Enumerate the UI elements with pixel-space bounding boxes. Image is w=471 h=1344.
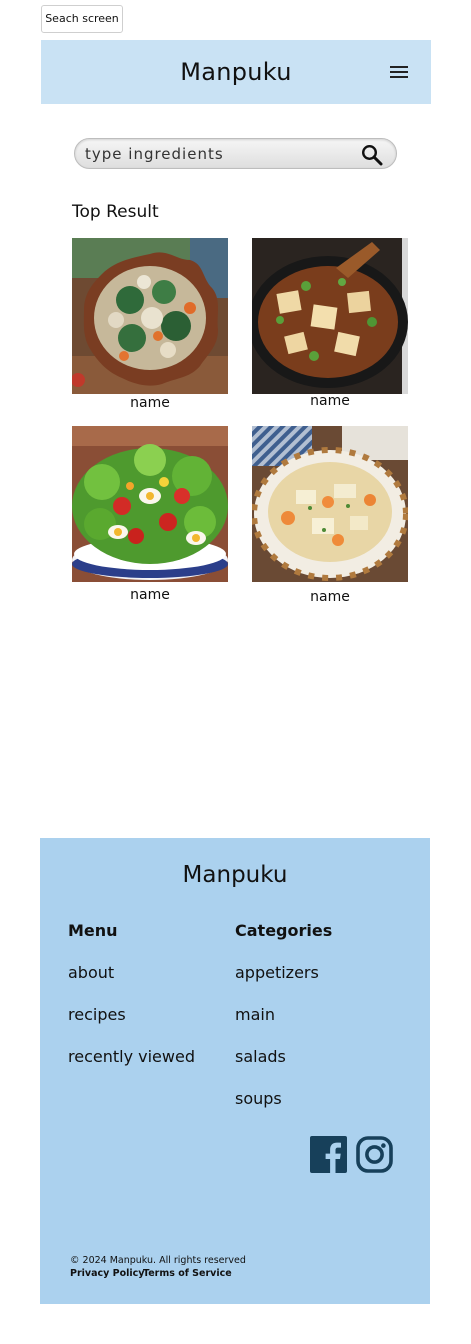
footer-link-recipes[interactable]: recipes xyxy=(68,1005,126,1024)
search-input[interactable] xyxy=(85,142,355,165)
footer-link-recently-viewed[interactable]: recently viewed xyxy=(68,1047,195,1066)
footer-menu-heading: Menu xyxy=(68,921,118,940)
recipe-card[interactable]: name xyxy=(72,426,228,603)
search-bar xyxy=(74,138,397,169)
recipe-name: name xyxy=(130,395,170,411)
recipe-photo-mapo-tofu xyxy=(252,238,408,394)
copyright-text: © 2024 Manpuku. All rights reserved xyxy=(70,1255,246,1266)
recipe-photo-green-salad-with-egg xyxy=(72,426,228,582)
hamburger-menu-icon[interactable] xyxy=(390,65,410,80)
top-result-heading: Top Result xyxy=(72,202,159,222)
recipe-name: name xyxy=(310,393,350,409)
recipe-card[interactable]: name xyxy=(72,238,228,411)
recipe-name: name xyxy=(310,589,350,605)
site-footer: Manpuku Menu about recipes recently view… xyxy=(40,838,430,1304)
facebook-icon[interactable] xyxy=(310,1136,347,1173)
recipe-photo-spinach-tofu-salad xyxy=(72,238,228,394)
recipe-card[interactable]: name xyxy=(252,426,408,605)
footer-link-appetizers[interactable]: appetizers xyxy=(235,963,319,982)
footer-link-main[interactable]: main xyxy=(235,1005,275,1024)
privacy-policy-link[interactable]: Privacy Policy xyxy=(70,1268,144,1279)
footer-link-about[interactable]: about xyxy=(68,963,114,982)
recipe-photo-vegetable-soup xyxy=(252,426,408,582)
footer-link-soups[interactable]: soups xyxy=(235,1089,282,1108)
footer-categories-heading: Categories xyxy=(235,921,333,940)
app-title: Manpuku xyxy=(180,58,292,86)
footer-brand: Manpuku xyxy=(182,862,288,888)
recipe-card[interactable]: name xyxy=(252,238,408,409)
screen-label: Seach screen xyxy=(41,5,123,33)
search-icon[interactable] xyxy=(360,143,384,167)
terms-of-service-link[interactable]: Terms of Service xyxy=(143,1268,232,1279)
app-header: Manpuku xyxy=(41,40,431,104)
footer-link-salads[interactable]: salads xyxy=(235,1047,286,1066)
instagram-icon[interactable] xyxy=(356,1136,393,1173)
recipe-name: name xyxy=(130,587,170,603)
